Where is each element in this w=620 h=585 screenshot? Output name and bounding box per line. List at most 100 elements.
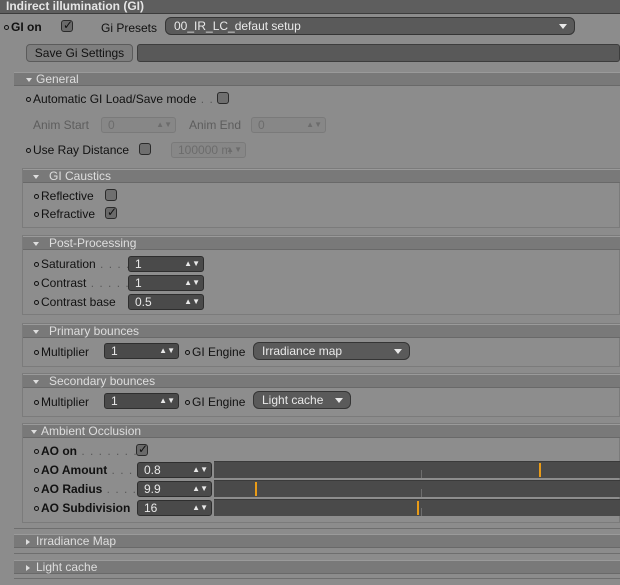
animate-dot[interactable] [34, 449, 39, 454]
chevron-down-icon [335, 398, 343, 403]
ao-on-checkbox[interactable] [136, 442, 148, 456]
animate-dot[interactable] [34, 300, 39, 305]
animate-dot[interactable] [26, 97, 31, 102]
spinner-icon[interactable]: ▲▼ [159, 394, 175, 408]
animate-dot[interactable] [34, 506, 39, 511]
save-path-field[interactable] [137, 44, 620, 62]
divider [14, 578, 620, 579]
use-ray-distance-label: Use Ray Distance [33, 143, 130, 157]
chevron-down-icon [394, 349, 402, 354]
slider-tick [421, 470, 422, 478]
ao-amount-slider[interactable] [214, 461, 620, 478]
secondary-multiplier-label: Multiplier [41, 395, 90, 409]
saturation-field[interactable]: 1 ▲▼ [128, 256, 204, 272]
contrast-base-field[interactable]: 0.5 ▲▼ [128, 294, 204, 310]
spinner-icon[interactable]: ▲▼ [184, 276, 200, 290]
contrast-field[interactable]: 1 ▲▼ [128, 275, 204, 291]
animate-dot[interactable] [34, 281, 39, 286]
section-irradiance-map-header[interactable]: Irradiance Map [14, 534, 620, 548]
refractive-checkbox[interactable] [105, 205, 117, 219]
ao-on-label: AO on . . . . . . . . [41, 444, 147, 458]
divider [14, 553, 620, 554]
reflective-checkbox[interactable] [105, 189, 117, 201]
spinner-icon[interactable]: ▲▼ [306, 118, 322, 132]
animate-dot[interactable] [185, 350, 190, 355]
ao-radius-field[interactable]: 9.9 ▲▼ [137, 481, 212, 497]
ray-distance-field[interactable]: 100000 m ▲▼ [171, 142, 246, 158]
secondary-gi-engine-value: Light cache [262, 393, 324, 407]
section-light-cache-header[interactable]: Light cache [14, 560, 620, 574]
expand-arrow-icon [26, 538, 30, 545]
spinner-icon[interactable]: ▲▼ [192, 482, 208, 496]
section-ambient-occlusion-title: Ambient Occlusion [41, 424, 142, 438]
anim-start-label: Anim Start [33, 118, 90, 132]
animate-dot[interactable] [34, 400, 39, 405]
anim-start-field[interactable]: 0 ▲▼ [101, 117, 176, 133]
section-general-title: General [36, 72, 79, 86]
spinner-icon[interactable]: ▲▼ [156, 118, 172, 132]
spinner-icon[interactable]: ▲▼ [192, 463, 208, 477]
primary-gi-engine-dropdown[interactable]: Irradiance map [253, 342, 410, 360]
contrast-label: Contrast . . . . . . [41, 276, 139, 290]
chevron-down-icon [559, 24, 567, 29]
title-divider [0, 13, 620, 14]
spinner-icon[interactable]: ▲▼ [192, 501, 208, 515]
ao-radius-slider-thumb[interactable] [255, 482, 257, 496]
section-post-processing-header[interactable]: Post-Processing [23, 236, 620, 250]
divider [14, 528, 620, 529]
anim-end-field[interactable]: 0 ▲▼ [251, 117, 326, 133]
animate-dot[interactable] [26, 148, 31, 153]
gi-presets-dropdown[interactable]: 00_IR_LC_defaut setup [165, 17, 575, 35]
animate-dot[interactable] [34, 212, 39, 217]
auto-gi-load-save-checkbox[interactable] [217, 92, 229, 104]
save-gi-settings-button[interactable]: Save Gi Settings [26, 44, 133, 62]
section-gi-caustics-header[interactable]: GI Caustics [23, 169, 620, 183]
spinner-icon[interactable]: ▲▼ [159, 344, 175, 358]
ao-amount-field[interactable]: 0.8 ▲▼ [137, 462, 212, 478]
ao-amount-label: AO Amount . . . . [41, 463, 142, 477]
animate-dot[interactable] [185, 400, 190, 405]
animate-dot[interactable] [34, 262, 39, 267]
spinner-icon[interactable]: ▲▼ [184, 257, 200, 271]
animate-dot[interactable] [34, 468, 39, 473]
gi-on-label: GI on [11, 20, 42, 34]
secondary-multiplier-field[interactable]: 1 ▲▼ [104, 393, 179, 409]
section-general-header[interactable]: General [14, 72, 620, 86]
animate-dot[interactable] [34, 350, 39, 355]
animate-dot[interactable] [34, 487, 39, 492]
ao-subdivision-slider[interactable] [214, 499, 620, 516]
section-ambient-occlusion-header[interactable]: Ambient Occlusion [23, 424, 620, 438]
section-primary-bounces-header[interactable]: Primary bounces [23, 324, 620, 338]
gi-on-checkbox[interactable] [61, 18, 73, 32]
ao-subdivision-slider-thumb[interactable] [417, 501, 419, 515]
section-gi-caustics-title: GI Caustics [49, 169, 112, 183]
animate-dot[interactable] [4, 25, 9, 30]
contrast-base-label: Contrast base [41, 295, 116, 309]
primary-multiplier-field[interactable]: 1 ▲▼ [104, 343, 179, 359]
section-secondary-bounces-header[interactable]: Secondary bounces [23, 374, 620, 388]
secondary-gi-engine-dropdown[interactable]: Light cache [253, 391, 351, 409]
spinner-icon[interactable]: ▲▼ [184, 295, 200, 309]
use-ray-distance-checkbox[interactable] [139, 143, 151, 155]
section-post-processing-title: Post-Processing [49, 236, 137, 250]
reflective-label: Reflective [41, 189, 94, 203]
expand-arrow-icon [26, 564, 30, 571]
primary-gi-engine-label: GI Engine [192, 345, 246, 359]
spinner-icon[interactable]: ▲▼ [226, 143, 242, 157]
collapse-arrow-icon [33, 329, 39, 334]
auto-gi-load-save-label: Automatic GI Load/Save mode . . . [33, 92, 223, 106]
primary-multiplier-label: Multiplier [41, 345, 90, 359]
collapse-arrow-icon [33, 174, 39, 179]
section-irradiance-map-title: Irradiance Map [36, 534, 117, 548]
ao-radius-slider[interactable] [214, 480, 620, 497]
animate-dot[interactable] [34, 194, 39, 199]
collapse-arrow-icon [31, 429, 37, 434]
slider-tick [421, 508, 422, 516]
collapse-arrow-icon [26, 77, 32, 82]
ao-amount-slider-thumb[interactable] [539, 463, 541, 477]
ao-subdivision-label: AO Subdivision [41, 501, 131, 515]
ao-subdivision-field[interactable]: 16 ▲▼ [137, 500, 212, 516]
ao-radius-label: AO Radius . . . . [41, 482, 138, 496]
secondary-gi-engine-label: GI Engine [192, 395, 246, 409]
saturation-label: Saturation . . . . . [41, 257, 140, 271]
